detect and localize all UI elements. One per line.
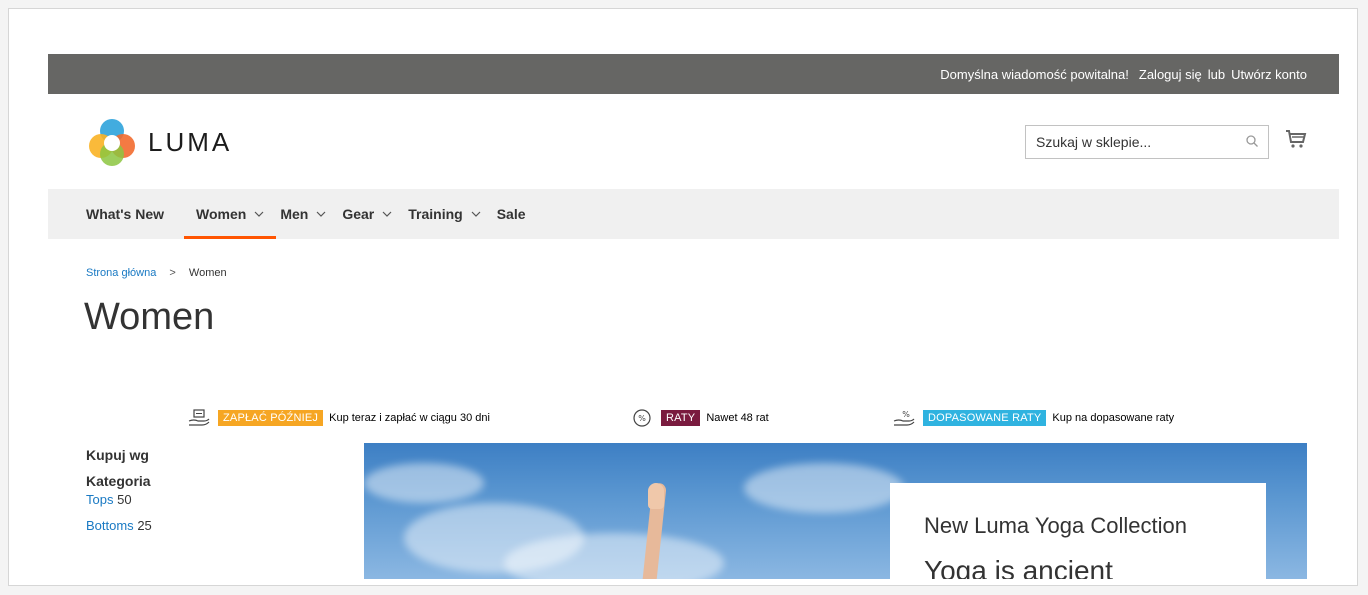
- nav-item-gear[interactable]: Gear: [342, 189, 392, 239]
- promo-badge: RATY: [661, 410, 701, 426]
- hero-banner[interactable]: New Luma Yoga Collection Yoga is ancient: [364, 443, 1307, 579]
- breadcrumb: Strona główna > Women: [86, 267, 227, 279]
- breadcrumb-current: Women: [188, 267, 227, 279]
- chevron-down-icon: [382, 211, 392, 217]
- filter-sidebar: Kupuj wg Kategoria Tops 50 Bottoms 25: [86, 447, 152, 544]
- logo-text: LUMA: [148, 126, 233, 157]
- chevron-down-icon: [316, 211, 326, 217]
- filter-count: 50: [117, 492, 132, 507]
- hero-subtitle: Yoga is ancient: [924, 555, 1113, 579]
- shopping-cart-icon[interactable]: [1285, 128, 1307, 150]
- nav-item-sale[interactable]: Sale: [497, 189, 526, 239]
- hand-cash-icon: [188, 409, 210, 426]
- browser-frame: Domyślna wiadomość powitalna! Zaloguj si…: [8, 8, 1358, 586]
- payment-promos: ZAPŁAĆ PÓŹNIEJ Kup teraz i zapłać w ciąg…: [48, 409, 1339, 429]
- page-title: Women: [84, 296, 215, 338]
- nav-item-training[interactable]: Training: [408, 189, 481, 239]
- search-placeholder: Szukaj w sklepie...: [1036, 134, 1152, 150]
- filter-label: Bottoms: [86, 518, 134, 533]
- breadcrumb-home-link[interactable]: Strona główna: [86, 267, 156, 279]
- header: LUMA Szukaj w sklepie...: [48, 94, 1339, 189]
- promo-custom-installments[interactable]: % DOPASOWANE RATY Kup na dopasowane raty: [893, 409, 1174, 427]
- nav-label: Training: [408, 206, 463, 222]
- create-account-link[interactable]: Utwórz konto: [1231, 67, 1307, 82]
- or-text: lub: [1207, 66, 1226, 82]
- main-navigation: What's New Women Men Gear Training Sale: [48, 189, 1339, 239]
- search-input[interactable]: Szukaj w sklepie...: [1025, 125, 1269, 159]
- promo-badge: ZAPŁAĆ PÓŹNIEJ: [218, 410, 324, 426]
- sidebar-heading: Kupuj wg: [86, 447, 149, 463]
- search-icon[interactable]: [1246, 135, 1258, 147]
- promo-text: Nawet 48 rat: [706, 412, 769, 424]
- hero-hand: [648, 483, 664, 509]
- logo[interactable]: LUMA: [86, 116, 232, 168]
- filter-item-bottoms[interactable]: Bottoms 25: [86, 518, 152, 533]
- nav-label: Women: [196, 206, 247, 222]
- nav-item-men[interactable]: Men: [280, 189, 326, 239]
- welcome-message: Domyślna wiadomość powitalna!: [940, 66, 1129, 82]
- nav-label: Sale: [496, 206, 526, 222]
- chevron-down-icon: [254, 211, 264, 217]
- signin-link[interactable]: Zaloguj się: [1139, 67, 1202, 82]
- nav-item-women[interactable]: Women: [183, 189, 277, 239]
- percent-circle-icon: %: [633, 409, 651, 427]
- filter-count: 25: [137, 518, 152, 533]
- filter-label: Tops: [86, 492, 114, 507]
- nav-label: Men: [280, 206, 309, 222]
- luma-page: Domyślna wiadomość powitalna! Zaloguj si…: [48, 54, 1339, 579]
- nav-label: Gear: [342, 206, 375, 222]
- top-bar: Domyślna wiadomość powitalna! Zaloguj si…: [48, 54, 1339, 94]
- promo-installments[interactable]: % RATY Nawet 48 rat: [631, 409, 769, 427]
- chevron-down-icon: [471, 211, 481, 217]
- promo-badge: DOPASOWANE RATY: [923, 410, 1047, 426]
- cloud: [364, 463, 484, 503]
- cloud: [744, 463, 904, 513]
- breadcrumb-separator: >: [169, 267, 176, 279]
- hero-title: New Luma Yoga Collection: [924, 513, 1187, 538]
- svg-text:%: %: [902, 410, 910, 419]
- filter-item-tops[interactable]: Tops 50: [86, 492, 152, 507]
- hand-percent-icon: %: [893, 410, 915, 426]
- luma-logo-icon: [89, 119, 135, 166]
- nav-item-whats-new[interactable]: What's New: [86, 189, 164, 239]
- promo-text: Kup na dopasowane raty: [1052, 412, 1175, 424]
- promo-text: Kup teraz i zapłać w ciągu 30 dni: [329, 412, 490, 424]
- hero-text-panel: New Luma Yoga Collection Yoga is ancient: [890, 483, 1266, 579]
- category-title[interactable]: Kategoria: [86, 473, 152, 489]
- svg-text:%: %: [638, 414, 646, 423]
- nav-label: What's New: [86, 206, 165, 222]
- promo-pay-later[interactable]: ZAPŁAĆ PÓŹNIEJ Kup teraz i zapłać w ciąg…: [188, 409, 490, 427]
